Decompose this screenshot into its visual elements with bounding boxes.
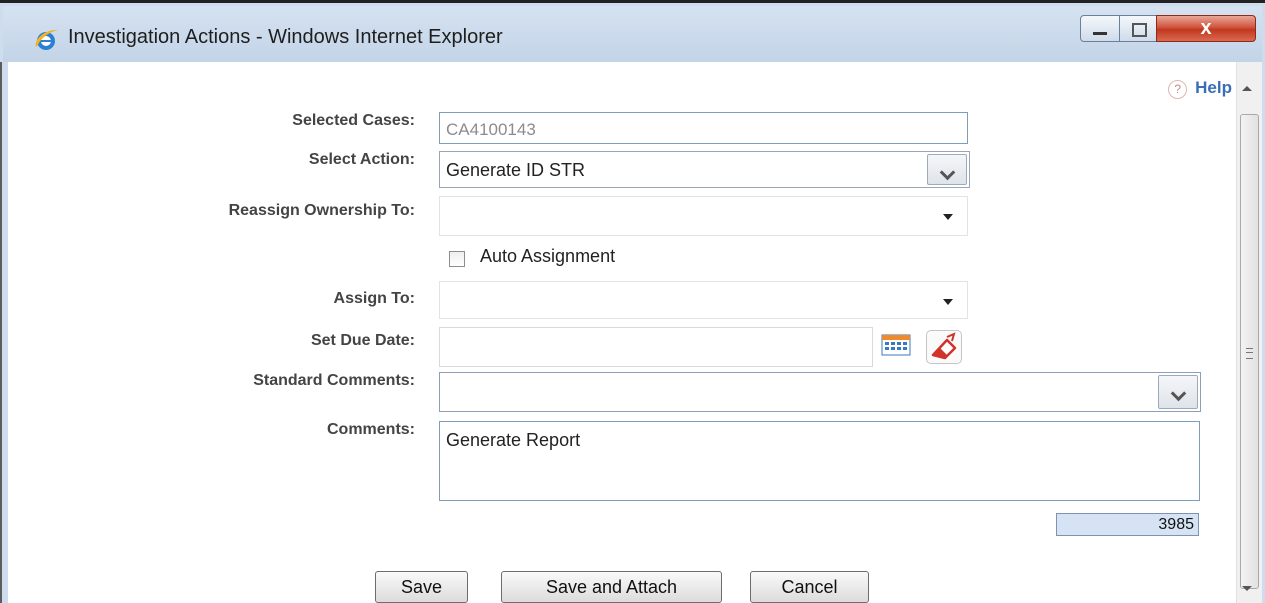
select-action-dropdown[interactable]: Generate ID STR	[439, 151, 970, 188]
chevron-down-icon[interactable]	[1158, 375, 1198, 409]
window-left-border	[0, 62, 8, 603]
help-link[interactable]: ? Help	[1168, 78, 1232, 99]
chevron-down-icon[interactable]	[927, 154, 967, 185]
save-button[interactable]: Save	[375, 571, 468, 603]
comments-textarea[interactable]: Generate Report	[439, 421, 1200, 501]
window-title: Investigation Actions - Windows Internet…	[68, 26, 503, 48]
grip-icon	[1246, 348, 1253, 359]
minimize-button[interactable]	[1080, 15, 1120, 42]
selected-cases-label: Selected Cases:	[292, 112, 415, 129]
comments-label: Comments:	[326, 421, 415, 438]
select-action-value: Generate ID STR	[446, 160, 586, 180]
assign-to-label: Assign To:	[333, 290, 415, 307]
close-button[interactable]: x	[1156, 15, 1256, 42]
scroll-down-icon[interactable]	[1242, 586, 1252, 591]
standard-comments-dropdown[interactable]	[439, 372, 1201, 412]
title-bar[interactable]: Investigation Actions - Windows Internet…	[3, 6, 1262, 62]
character-counter: 3985	[1056, 513, 1199, 536]
clear-date-button[interactable]	[926, 330, 962, 364]
select-action-label: Select Action:	[308, 151, 415, 168]
reassign-ownership-label: Reassign Ownership To:	[228, 202, 415, 219]
maximize-icon	[1132, 23, 1147, 37]
selected-cases-value: CA4100143	[446, 120, 536, 139]
auto-assignment-label: Auto Assignment	[480, 246, 616, 266]
vertical-scrollbar[interactable]	[1236, 62, 1262, 603]
save-and-attach-button[interactable]: Save and Attach	[501, 571, 722, 603]
standard-comments-label: Standard Comments:	[253, 372, 415, 389]
calendar-icon[interactable]	[881, 334, 911, 356]
browser-window: Investigation Actions - Windows Internet…	[0, 0, 1265, 603]
caret-down-icon	[943, 214, 953, 220]
selected-cases-field: CA4100143	[439, 112, 968, 144]
assign-to-dropdown[interactable]	[439, 281, 968, 319]
minimize-icon	[1093, 32, 1107, 35]
close-icon: x	[1200, 17, 1212, 39]
due-date-label: Set Due Date:	[310, 332, 415, 349]
reassign-ownership-dropdown[interactable]	[439, 196, 968, 236]
internet-explorer-icon	[35, 30, 58, 50]
help-icon: ?	[1168, 80, 1188, 99]
scroll-up-icon[interactable]	[1242, 86, 1252, 91]
auto-assignment-checkbox[interactable]	[449, 251, 465, 267]
caret-down-icon	[943, 299, 953, 305]
scrollbar-thumb[interactable]	[1240, 114, 1259, 589]
cancel-button[interactable]: Cancel	[750, 571, 869, 603]
eraser-icon	[931, 332, 957, 360]
dialog-content: ? Help Selected Cases: CA4100143 Select A…	[8, 62, 1236, 603]
maximize-button[interactable]	[1119, 15, 1157, 42]
comments-value: Generate Report	[446, 430, 581, 450]
due-date-input[interactable]	[439, 327, 873, 367]
help-label: Help	[1195, 78, 1232, 97]
